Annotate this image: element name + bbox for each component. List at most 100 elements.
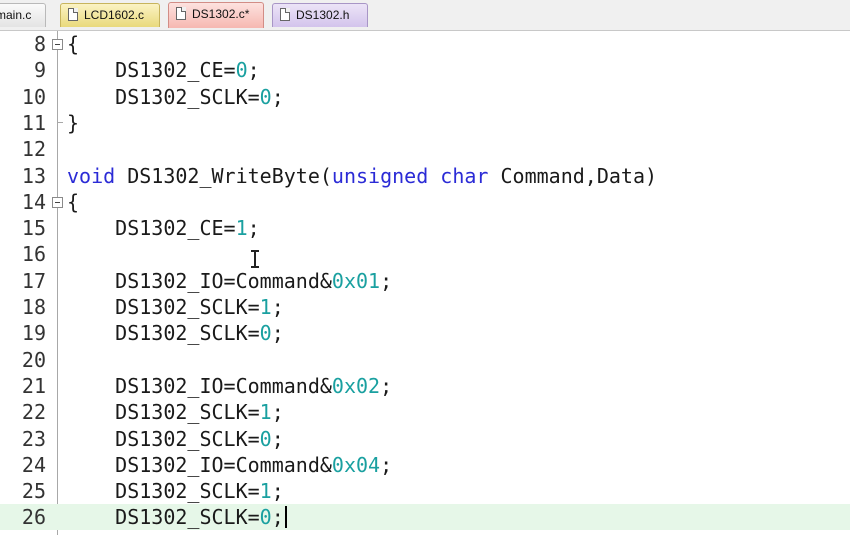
code-token: ; [271,321,284,346]
line-number: 17 [21,268,46,293]
line-number: 26 [21,505,46,530]
number-token: 0 [259,505,272,530]
code-token: { [67,32,80,56]
line-number: 11 [21,110,46,135]
code-token: DS1302_WriteByte( [115,163,332,188]
code-token: ; [271,426,284,451]
code-token: ; [380,268,393,293]
code-token: DS1302_CE= [67,58,236,83]
number-token: 0 [259,426,272,451]
code-text: DS1302_IO=Command&0x02; [67,373,392,399]
document-icon [176,7,186,20]
line-number: 22 [21,400,46,425]
line-number: 24 [21,452,46,477]
keyword-token: void [67,163,116,188]
tab-ds1302-h[interactable]: DS1302.h [272,3,368,27]
line-number: 12 [21,137,46,162]
code-line[interactable]: 25 DS1302_SCLK=1; [0,478,850,504]
tab-label: LCD1602.c [84,8,145,22]
code-text: DS1302_SCLK=0; [67,84,284,110]
code-line[interactable]: 12 [0,136,850,162]
code-token: ; [380,373,393,398]
code-text: } [67,110,79,136]
line-number: 25 [21,479,46,504]
number-token: 0x02 [331,373,381,398]
document-icon [280,8,290,21]
code-line[interactable]: 24 DS1302_IO=Command&0x04; [0,452,850,478]
line-number: 8 [33,32,46,56]
code-line[interactable]: 16 [0,241,850,267]
code-token: DS1302_SCLK= [67,400,260,425]
number-token: 1 [235,216,248,241]
code-line[interactable]: 20 [0,347,850,373]
code-token: DS1302_SCLK= [67,505,260,530]
line-number: 19 [21,321,46,346]
code-line[interactable]: 19 DS1302_SCLK=0; [0,320,850,346]
line-number: 15 [21,216,46,241]
tab-ds1302-c[interactable]: DS1302.c* [168,2,264,28]
line-number: 16 [21,242,46,267]
code-token: ; [271,84,284,109]
code-text: DS1302_SCLK=0; [67,426,284,452]
editor-window: main.c LCD1602.c DS1302.c* DS1302.h 8{9 … [0,0,850,535]
tab-lcd1602-c[interactable]: LCD1602.c [60,3,160,27]
code-token: DS1302_CE= [67,216,236,241]
line-number: 14 [21,189,46,214]
code-line[interactable]: 13 void DS1302_WriteByte(unsigned char Co… [0,163,850,189]
code-line[interactable]: 14 { [0,189,850,215]
code-line[interactable]: 8{ [0,31,850,57]
code-text: DS1302_CE=0; [67,57,260,83]
code-text: DS1302_SCLK=0; [67,320,284,346]
code-text: DS1302_IO=Command&0x04; [67,452,392,478]
fold-collapse-icon[interactable] [52,39,63,50]
code-token: ; [271,295,284,319]
line-number: 13 [21,163,46,188]
line-number: 21 [21,373,46,398]
line-number: 23 [21,426,46,451]
code-token: DS1302_SCLK= [67,321,260,346]
code-line[interactable]: 21 DS1302_IO=Command&0x02; [0,373,850,399]
code-text: DS1302_CE=1; [67,215,260,241]
code-line[interactable]: 9 DS1302_CE=0; [0,57,850,83]
line-number: 9 [33,58,46,83]
code-line[interactable]: 11} [0,110,850,136]
code-token: ; [247,216,260,241]
code-text: DS1302_SCLK=1; [67,294,284,320]
tab-label: DS1302.c* [192,7,250,21]
code-line[interactable]: 26 DS1302_SCLK=0; [0,504,850,531]
code-line[interactable]: 22 DS1302_SCLK=1; [0,399,850,425]
file-tab-bar: main.c LCD1602.c DS1302.c* DS1302.h [0,0,850,31]
code-token: Command,Data) [488,163,658,188]
keyword-token: unsigned [331,163,429,188]
line-number: 10 [21,84,46,109]
number-token: 0 [259,84,272,109]
code-line[interactable]: 15 DS1302_CE=1; [0,215,850,241]
code-token: DS1302_IO=Command& [67,373,332,398]
number-token: 0 [259,321,272,346]
code-text: DS1302_IO=Command&0x01; [67,268,392,294]
code-token: DS1302_SCLK= [67,426,260,451]
code-token: DS1302_IO=Command& [67,452,332,477]
code-token: { [67,189,80,214]
line-number: 20 [21,347,46,372]
code-line[interactable]: 10 DS1302_SCLK=0; [0,84,850,110]
tab-main-c[interactable]: main.c [0,3,46,27]
keyword-token: char [440,163,489,188]
code-line[interactable]: 23 DS1302_SCLK=0; [0,426,850,452]
code-token: ; [271,400,284,425]
code-editor[interactable]: 8{9 DS1302_CE=0; 10 DS1302_SCLK=0; 11} 12 13… [0,31,850,535]
fold-collapse-icon[interactable] [52,196,63,208]
text-caret [284,506,287,529]
mouse-ibeam-cursor [251,250,259,268]
code-token: } [67,110,80,135]
tab-label: DS1302.h [296,8,350,22]
line-number: 18 [21,295,46,319]
code-token: ; [271,479,284,504]
code-text: DS1302_SCLK=1; [67,399,284,425]
code-line[interactable]: 18 DS1302_SCLK=1; [0,294,850,320]
code-line[interactable]: 17 DS1302_IO=Command&0x01; [0,268,850,294]
number-token: 1 [259,479,272,504]
number-token: 0x01 [331,268,381,293]
code-token: ; [271,505,284,530]
